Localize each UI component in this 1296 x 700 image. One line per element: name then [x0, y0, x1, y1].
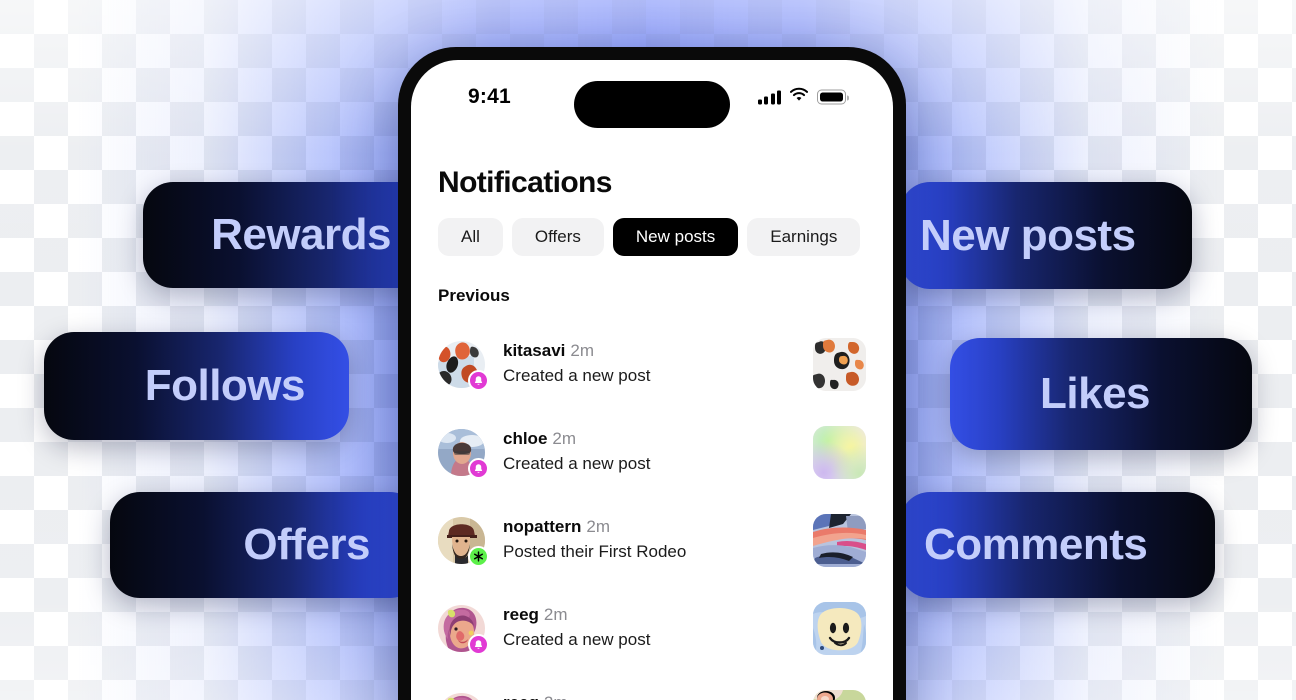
notification-action: Posted their First Rodeo — [503, 541, 687, 561]
battery-full-icon — [817, 89, 849, 105]
notification-heading: reeg2m — [503, 604, 813, 627]
avatar[interactable] — [438, 340, 489, 391]
bell-icon — [474, 639, 483, 649]
status-bar-icons — [757, 87, 849, 107]
notification-heading: kitasavi 2m — [503, 340, 813, 363]
tab-new-posts[interactable]: New posts — [612, 218, 739, 256]
avatar[interactable] — [438, 428, 489, 479]
page-title: Notifications — [438, 166, 612, 199]
tab-offers[interactable]: Offers — [511, 218, 604, 256]
floating-pill-label: Likes — [1040, 369, 1151, 418]
notification-username: kitasavi — [503, 340, 566, 360]
avatar[interactable] — [438, 692, 485, 700]
floating-pill-label: Offers — [243, 520, 370, 569]
notification-heading: nopattern 2m — [503, 516, 813, 539]
sparkle-asterisk-icon — [473, 550, 484, 562]
avatar[interactable] — [438, 604, 489, 655]
notification-text: chloe 2m Created a new post — [503, 428, 813, 477]
notification-time: 2m — [544, 693, 568, 700]
notification-row[interactable]: kitasavi 2m Created a new post — [411, 320, 893, 408]
floating-pill-label: Comments — [924, 520, 1148, 569]
section-label-previous: Previous — [438, 286, 510, 305]
notification-row[interactable]: nopattern 2m Posted their First Rodeo — [411, 496, 893, 584]
post-thumbnail[interactable] — [813, 601, 866, 655]
badge-bell — [468, 369, 489, 391]
phone-mockup: 9:41 Notifications All Offers New posts … — [398, 47, 906, 700]
bell-icon — [474, 375, 483, 385]
badge-sparkle — [468, 545, 489, 567]
notification-action: Created a new post — [503, 365, 651, 385]
notification-username: reeg — [503, 693, 539, 700]
tab-all[interactable]: All — [438, 218, 503, 256]
dynamic-island — [574, 81, 730, 128]
status-bar-time: 9:41 — [468, 85, 511, 108]
notification-text: kitasavi 2m Created a new post — [503, 340, 813, 389]
badge-bell — [468, 633, 489, 655]
notification-heading: reeg 2m — [503, 692, 813, 700]
notification-username: reeg — [503, 604, 539, 624]
notification-username: nopattern — [503, 516, 582, 536]
status-bar: 9:41 — [411, 60, 893, 134]
bell-icon — [474, 463, 483, 473]
notification-row[interactable]: reeg2m Created a new post — [411, 672, 893, 700]
notification-time: 2m — [543, 604, 568, 624]
floating-pill-follows[interactable]: Follows — [44, 332, 349, 440]
floating-pill-label: New posts — [920, 210, 1136, 260]
notification-row[interactable]: chloe 2m Created a new post — [411, 408, 893, 496]
notification-text: nopattern 2m Posted their First Rodeo — [503, 516, 813, 565]
avatar-image-reeg — [438, 692, 485, 700]
floating-pill-new-posts[interactable]: New posts — [900, 182, 1192, 289]
tab-earnings[interactable]: Earnings — [747, 218, 861, 256]
post-thumbnail[interactable] — [813, 689, 866, 700]
notification-heading: chloe 2m — [503, 428, 813, 451]
floating-pill-likes[interactable]: Likes — [950, 338, 1252, 450]
floating-pill-offers[interactable]: Offers — [110, 492, 420, 598]
post-thumbnail[interactable] — [813, 425, 866, 479]
notification-time: 2m — [552, 428, 577, 448]
avatar[interactable] — [438, 516, 489, 567]
notification-text: reeg2m Created a new post — [503, 692, 813, 700]
floating-pill-comments[interactable]: Comments — [900, 492, 1215, 598]
cellular-bars-icon — [757, 90, 781, 104]
notification-text: reeg2m Created a new post — [503, 604, 813, 653]
post-thumbnail[interactable] — [813, 337, 866, 391]
badge-bell — [468, 457, 489, 479]
post-thumbnail[interactable] — [813, 513, 866, 567]
notification-action: Created a new post — [503, 629, 651, 649]
notification-time: 2m — [570, 340, 595, 360]
notification-time: 2m — [586, 516, 611, 536]
notification-list: kitasavi 2m Created a new post chloe 2m … — [411, 320, 893, 700]
notification-action: Created a new post — [503, 453, 651, 473]
wifi-icon — [790, 87, 808, 107]
notification-username: chloe — [503, 428, 548, 448]
phone-screen: 9:41 Notifications All Offers New posts … — [411, 60, 893, 700]
tab-bar: All Offers New posts Earnings — [438, 218, 893, 256]
floating-pill-label: Rewards — [211, 210, 391, 259]
notification-row[interactable]: reeg2m Created a new post — [411, 584, 893, 672]
floating-pill-label: Follows — [144, 361, 306, 410]
